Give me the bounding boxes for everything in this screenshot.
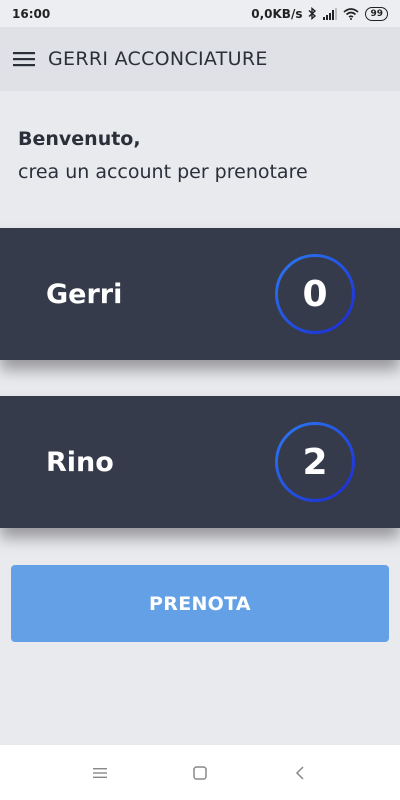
- queue-counter: 2: [275, 422, 355, 502]
- welcome-section: Benvenuto, crea un account per prenotare: [18, 128, 308, 183]
- recent-apps-icon[interactable]: [84, 757, 116, 789]
- wifi-icon: [343, 7, 359, 20]
- queue-count: 0: [302, 273, 328, 315]
- battery-icon: 99: [365, 6, 388, 21]
- status-time: 16:00: [12, 6, 51, 21]
- barber-name: Gerri: [46, 278, 123, 310]
- status-bar: 16:00 0,0KB/s 99: [0, 0, 400, 27]
- barber-card-rino[interactable]: Rino 2: [0, 396, 400, 528]
- system-nav-bar: [0, 745, 400, 800]
- bluetooth-icon: [308, 7, 317, 20]
- status-indicators: 0,0KB/s 99: [251, 6, 388, 21]
- barber-name: Rino: [46, 446, 114, 478]
- queue-counter: 0: [275, 254, 355, 334]
- app-bar: GERRI ACCONCIATURE: [0, 27, 400, 91]
- queue-count: 2: [302, 441, 328, 483]
- hamburger-menu-icon[interactable]: [6, 41, 42, 77]
- barber-card-gerri[interactable]: Gerri 0: [0, 228, 400, 360]
- prenota-button[interactable]: PRENOTA: [11, 565, 389, 642]
- prenota-button-label: PRENOTA: [149, 592, 251, 615]
- welcome-subtitle: crea un account per prenotare: [18, 161, 308, 183]
- welcome-title: Benvenuto,: [18, 128, 141, 150]
- back-icon[interactable]: [284, 757, 316, 789]
- home-icon[interactable]: [184, 757, 216, 789]
- app-title: GERRI ACCONCIATURE: [48, 48, 268, 70]
- signal-icon: [323, 7, 338, 20]
- network-speed: 0,0KB/s: [251, 6, 303, 21]
- battery-level: 99: [370, 8, 383, 19]
